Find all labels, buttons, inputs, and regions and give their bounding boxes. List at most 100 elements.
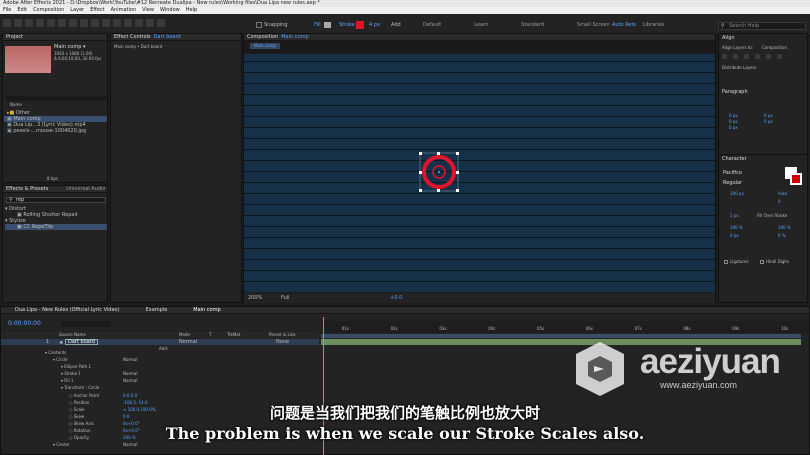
zoom-tool-icon[interactable] <box>36 19 44 27</box>
puppet-pin-icon[interactable] <box>157 19 165 27</box>
stroke-width[interactable]: 4 px <box>369 23 380 28</box>
paragraph-space-before[interactable]: 0 px <box>729 120 738 124</box>
brush-tool-icon[interactable] <box>113 19 121 27</box>
composition-tab[interactable]: Composition <box>247 35 278 40</box>
fill-swatch[interactable] <box>324 22 331 28</box>
fill-label[interactable]: Fill <box>314 23 321 28</box>
effects-tab[interactable]: Effects & Presets <box>6 187 48 192</box>
workspace-4[interactable]: Libraries <box>643 23 665 28</box>
align-to-select[interactable]: Composition <box>762 46 787 50</box>
horizontal-scale[interactable]: 100 % <box>778 226 791 230</box>
layer-mode[interactable]: Normal <box>179 340 197 345</box>
clone-stamp-icon[interactable] <box>124 19 132 27</box>
comp-canvas[interactable] <box>244 54 715 292</box>
timeline-property[interactable]: ▾ Transform : Circle <box>1 386 319 393</box>
stroke-color-swatch[interactable] <box>790 173 802 185</box>
pen-tool-icon[interactable] <box>91 19 99 27</box>
timeline-property[interactable]: ▾ Ellipse Path 1 <box>1 365 319 372</box>
layer-row[interactable]: 1 ★ Dart board Normal None <box>1 339 319 346</box>
dart-board-shape[interactable] <box>244 54 715 292</box>
timeline-property[interactable]: ▾ Center Normal <box>1 443 319 450</box>
stroke-width-field[interactable]: 1 px <box>730 214 739 218</box>
font-size[interactable]: 100 px <box>730 192 744 196</box>
effect-controls-layer[interactable]: Dart board <box>154 35 181 40</box>
bpc-label[interactable]: 8 bpc <box>47 177 58 181</box>
timeline-property[interactable]: ▾ Circle Normal <box>1 358 319 365</box>
menu-help[interactable]: Help <box>186 8 197 13</box>
stroke-swatch[interactable] <box>356 21 364 29</box>
add-label[interactable]: Add <box>391 23 401 28</box>
resolution-select[interactable]: Full <box>281 296 290 301</box>
timeline-tab[interactable]: Main comp <box>193 308 220 313</box>
search-help-input[interactable]: ⚲ Search Help <box>718 22 806 30</box>
menu-animation[interactable]: Animation <box>111 8 137 13</box>
hand-tool-icon[interactable] <box>25 19 33 27</box>
menu-view[interactable]: View <box>142 8 154 13</box>
ligatures-checkbox[interactable] <box>724 260 728 264</box>
layer-name[interactable]: Dart board <box>65 339 98 345</box>
menu-file[interactable]: File <box>3 8 11 13</box>
paragraph-first-indent[interactable]: 0 px <box>729 126 738 130</box>
timeline-property[interactable]: ○ Anchor Point 0.0,0.0 <box>1 393 319 401</box>
paragraph-space-after[interactable]: 0 px <box>764 120 773 124</box>
selection-tool-icon[interactable] <box>14 19 22 27</box>
timecode[interactable]: 0:00:00:00 <box>8 321 41 327</box>
vertical-scale[interactable]: 100 % <box>730 226 743 230</box>
menu-layer[interactable]: Layer <box>70 8 84 13</box>
tsume[interactable]: 0 % <box>778 234 786 238</box>
home-icon[interactable] <box>3 19 11 27</box>
snapping-checkbox[interactable] <box>256 22 262 28</box>
workspace-3[interactable]: Small Screen <box>577 23 610 28</box>
hindi-checkbox[interactable] <box>760 260 764 264</box>
effects-search-input[interactable]: ⚲ rep <box>6 197 106 203</box>
project-search[interactable] <box>6 96 106 101</box>
timeline-tab[interactable]: Dua Lipa - New Rules (Official Lyric Vid… <box>15 308 120 313</box>
timeline-search[interactable] <box>61 321 111 327</box>
menu-window[interactable]: Window <box>160 8 180 13</box>
workspace-1[interactable]: Learn <box>474 23 488 28</box>
align-buttons[interactable] <box>722 54 782 59</box>
rotate-tool-icon[interactable] <box>47 19 55 27</box>
exposure-value[interactable]: +0.0 <box>390 296 402 301</box>
workspace-2[interactable]: Standard <box>521 23 544 28</box>
time-ruler[interactable]: 01s 02s 03s 04s 05s 06s 07s 08s 09s 10s <box>321 321 809 333</box>
roto-brush-icon[interactable] <box>146 19 154 27</box>
effect-controls-tab[interactable]: Effect Controls <box>114 35 151 40</box>
zoom-select[interactable]: 200% <box>248 296 262 301</box>
menu-effect[interactable]: Effect <box>90 8 104 13</box>
leading[interactable]: Auto <box>778 192 787 196</box>
stroke-label[interactable]: Stroke <box>339 23 355 28</box>
menu-edit[interactable]: Edit <box>17 8 27 13</box>
timeline-property[interactable]: ▾ Stroke 1 Normal <box>1 372 319 379</box>
font-family-select[interactable]: Pacifico <box>723 171 742 176</box>
property-value[interactable]: Normal <box>123 379 137 383</box>
paragraph-indent-left[interactable]: 0 px <box>729 114 738 118</box>
timeline-property[interactable]: ▾ Contents <box>1 351 319 358</box>
workspace-0[interactable]: Default <box>423 23 441 28</box>
timeline-property[interactable]: ▾ Fill 1 Normal <box>1 379 319 386</box>
composition-tab-name[interactable]: Main comp <box>281 35 308 40</box>
baseline-shift[interactable]: 0 px <box>730 234 739 238</box>
layer-parent[interactable]: None <box>276 340 289 345</box>
paragraph-indent-right[interactable]: 0 px <box>764 114 773 118</box>
property-value[interactable]: Normal <box>123 358 137 362</box>
rectangle-tool-icon[interactable] <box>80 19 88 27</box>
stroke-mode-select[interactable]: Fill Over Stroke <box>757 214 787 218</box>
property-value[interactable]: Normal <box>123 372 137 376</box>
eraser-tool-icon[interactable] <box>135 19 143 27</box>
property-value[interactable]: 0.0,0.0 <box>123 393 137 398</box>
timeline-tab[interactable]: Example <box>146 308 168 313</box>
project-tab[interactable]: Project <box>3 34 107 41</box>
project-item[interactable]: ▣ pexels-...mouse-1004020.jpg <box>4 128 107 134</box>
effects-item[interactable]: ▣ CC RepeTile <box>5 224 107 230</box>
font-style-select[interactable]: Regular <box>723 181 742 186</box>
property-value[interactable]: Normal <box>123 443 137 447</box>
workspace-active[interactable]: Auto Rets <box>612 23 636 28</box>
universal-audio-tab[interactable]: Universal Audio <box>66 187 105 192</box>
pan-behind-icon[interactable] <box>69 19 77 27</box>
camera-tool-icon[interactable] <box>58 19 66 27</box>
menu-composition[interactable]: Composition <box>33 8 64 13</box>
tracking[interactable]: 0 <box>778 200 781 204</box>
text-tool-icon[interactable] <box>102 19 110 27</box>
comp-breadcrumb[interactable]: Main comp <box>250 43 280 49</box>
